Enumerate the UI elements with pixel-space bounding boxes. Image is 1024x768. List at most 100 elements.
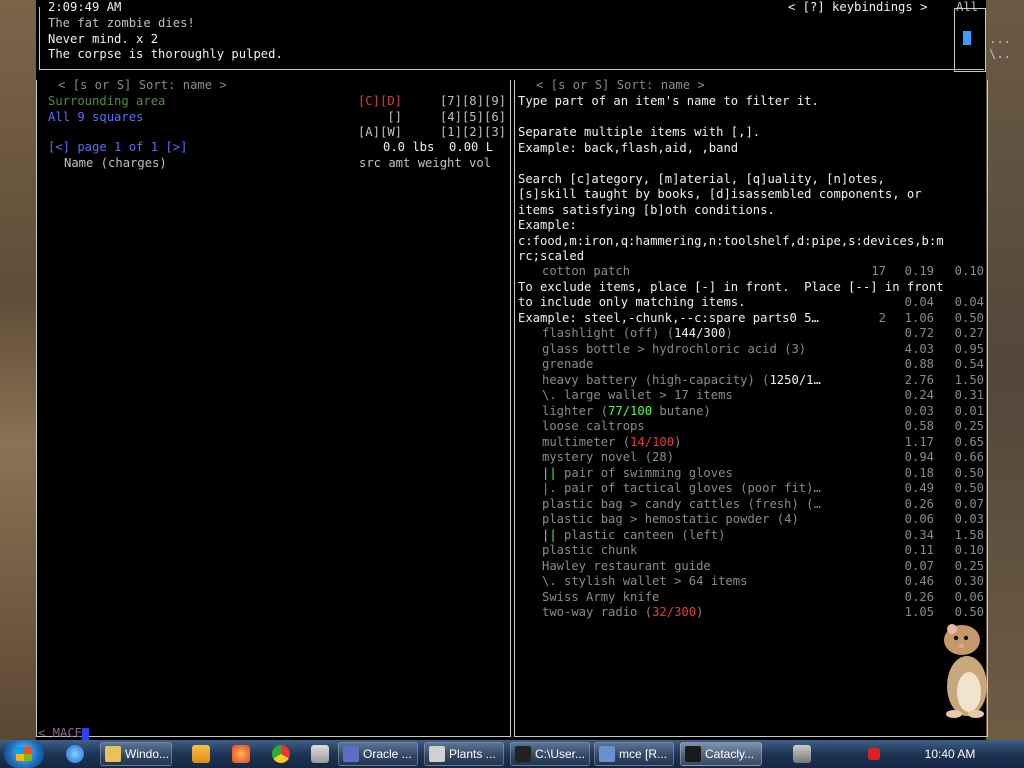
chrome-icon[interactable] <box>272 745 290 763</box>
item-label: flashlight (off) ( <box>542 326 675 340</box>
item-row[interactable]: flashlight (off) (144/300) 0.72 0.27 <box>518 326 984 342</box>
item-label: glass bottle > hydrochloric acid (3) <box>542 341 807 356</box>
item-label: Example: steel,-chunk,--c:spare parts0 5… <box>518 310 819 325</box>
item-weight: 0.19 <box>904 264 934 278</box>
keybindings-hint[interactable]: < [?] keybindings > <box>786 0 930 16</box>
media-player-icon[interactable] <box>192 745 210 763</box>
help-line: Type part of an item's name to filter it… <box>518 94 819 108</box>
left-weight-volume: 0.0 lbs 0.00 L <box>383 140 494 154</box>
item-row[interactable]: |. pair of tactical gloves (poor fit)… 0.… <box>518 481 984 497</box>
tray-flag-icon[interactable] <box>868 748 880 760</box>
right-sort-label[interactable]: < [s or S] Sort: name > <box>534 78 707 94</box>
left-sort-label[interactable]: < [s or S] Sort: name > <box>56 78 229 94</box>
calculator-icon[interactable] <box>311 745 329 763</box>
hamster-desktop-pet[interactable] <box>940 616 990 720</box>
item-volume: 0.30 <box>954 574 984 588</box>
item-label: plastic bag > hemostatic powder (4) <box>542 512 799 526</box>
item-name: glass bottle > hydrochloric acid (3) <box>542 342 806 358</box>
item-name: to include only matching items. <box>518 295 745 311</box>
direction-keys: [7][8][9] <box>439 94 506 108</box>
paint-icon[interactable] <box>232 745 250 763</box>
taskbar-button[interactable]: Catacly... <box>680 742 762 766</box>
item-name: multimeter (14/100) <box>542 435 681 451</box>
item-row[interactable]: \. stylish wallet > 64 items 0.46 0.30 <box>518 574 984 590</box>
item-name: || pair of swimming gloves <box>542 466 733 482</box>
item-row[interactable]: || pair of swimming gloves 0.18 0.50 <box>518 466 984 482</box>
item-volume: 0.03 <box>954 512 984 526</box>
help-line: Example: steel,-chunk,--c:spare parts0 5… <box>518 311 984 327</box>
taskbar-button[interactable]: C:\User... <box>510 742 590 766</box>
item-name: mystery novel (28) <box>542 450 674 466</box>
item-amount: 17 <box>871 264 886 278</box>
item-row[interactable]: plastic chunk 0.11 0.10 <box>518 543 984 559</box>
item-weight: 0.11 <box>904 543 934 557</box>
taskbar-button[interactable]: mce [R... <box>594 742 674 766</box>
item-row[interactable]: heavy battery (high-capacity) (1250/1… 2.… <box>518 373 984 389</box>
item-row[interactable]: grenade 0.88 0.54 <box>518 357 984 373</box>
item-label: pair of swimming gloves <box>556 465 733 480</box>
item-weight: 0.04 <box>904 295 934 309</box>
taskbar-button-label: Oracle ... <box>363 747 412 761</box>
source-label[interactable]: Surrounding area <box>48 94 165 110</box>
item-row[interactable]: || plastic canteen (left) 0.34 1.58 <box>518 528 984 544</box>
taskbar-button-label: mce [R... <box>619 747 668 761</box>
item-row[interactable]: two-way radio (32/300) 1.05 0.50 <box>518 605 984 621</box>
help-line <box>518 156 944 172</box>
source-codes: [A][W] <box>357 125 402 139</box>
help-line: Example: back,flash,aid, ,band <box>518 140 739 155</box>
help-line: Separate multiple items with [,]. <box>518 125 761 139</box>
item-row[interactable]: lighter (77/100 butane) 0.03 0.01 <box>518 404 984 420</box>
item-name: \. large wallet > 17 items <box>542 388 733 404</box>
left-page-info[interactable]: [<] page 1 of 1 [>] <box>48 140 187 156</box>
internet-explorer-icon[interactable] <box>66 745 84 763</box>
taskbar-app-icon <box>685 746 701 762</box>
system-clock[interactable]: 10:40 AM <box>920 740 980 768</box>
item-row[interactable]: plastic bag > candy cattles (fresh) (… 0.… <box>518 497 984 513</box>
source-label[interactable]: All 9 squares <box>48 110 143 126</box>
taskbar-button-label: C:\User... <box>535 747 586 761</box>
item-weight: 0.94 <box>904 450 934 464</box>
taskbar-button[interactable]: Windo... <box>100 742 172 766</box>
source-row[interactable]: [A][W] [1][2][3] <box>48 125 506 141</box>
source-row[interactable]: All 9 squares [] [4][5][6] <box>48 110 506 126</box>
item-volume: 0.50 <box>954 310 984 325</box>
start-button[interactable] <box>4 740 44 768</box>
item-row[interactable]: multimeter (14/100) 1.17 0.65 <box>518 435 984 451</box>
taskbar-button[interactable]: Oracle ... <box>338 742 418 766</box>
taskbar-button[interactable]: Plants ... <box>424 742 504 766</box>
item-charges: 77/100 <box>608 403 653 418</box>
source-row[interactable]: Surrounding area [C][D] [7][8][9] <box>48 94 506 110</box>
item-name: plastic chunk <box>542 543 637 559</box>
item-row[interactable]: \. large wallet > 17 items 0.24 0.31 <box>518 388 984 404</box>
taskbar-app-icon <box>515 746 531 762</box>
item-row[interactable]: plastic bag > hemostatic powder (4) 0.06 0… <box>518 512 984 528</box>
item-suffix: ) <box>725 326 733 340</box>
taskbar-button-label: Catacly... <box>705 747 755 761</box>
item-label: to include only matching items. <box>518 295 746 309</box>
tray-network-icon[interactable] <box>793 745 811 763</box>
side-dots-2: \.. <box>989 47 1012 61</box>
taskbar-app-icon <box>599 746 615 762</box>
item-row[interactable]: mystery novel (28) 0.94 0.66 <box>518 450 984 466</box>
item-row[interactable]: cotton patch 17 0.19 0.10 <box>518 264 984 280</box>
item-list: cotton patch 17 0.19 0.10 To exclude items, … <box>518 264 984 621</box>
item-volume: 0.31 <box>954 388 984 402</box>
item-row[interactable]: loose caltrops 0.58 0.25 <box>518 419 984 435</box>
item-row[interactable]: Swiss Army knife 0.26 0.06 <box>518 590 984 606</box>
item-label: plastic bag > candy cattles (fresh) (… <box>542 496 821 511</box>
item-name: Hawley restaurant guide <box>542 559 711 575</box>
log-line: The corpse is thoroughly pulped. <box>48 47 283 61</box>
filter-text: < MACE <box>38 726 83 740</box>
item-row[interactable]: glass bottle > hydrochloric acid (3) 4.03… <box>518 342 984 358</box>
message-log: The fat zombie dies! Never mind. x 2 The c… <box>48 16 283 63</box>
item-weight: 0.26 <box>904 589 934 604</box>
item-label: plastic chunk <box>542 543 638 557</box>
item-row[interactable]: Hawley restaurant guide 0.07 0.25 <box>518 559 984 575</box>
item-weight: 0.06 <box>904 512 934 526</box>
direction-keys: [1][2][3] <box>439 125 506 139</box>
item-volume: 0.01 <box>954 403 984 418</box>
item-weight: 0.34 <box>904 527 934 542</box>
left-inventory-pane <box>36 80 511 737</box>
help-line: Search [c]ategory, [m]aterial, [q]uality… <box>518 171 885 186</box>
item-weight: 1.05 <box>904 605 934 619</box>
